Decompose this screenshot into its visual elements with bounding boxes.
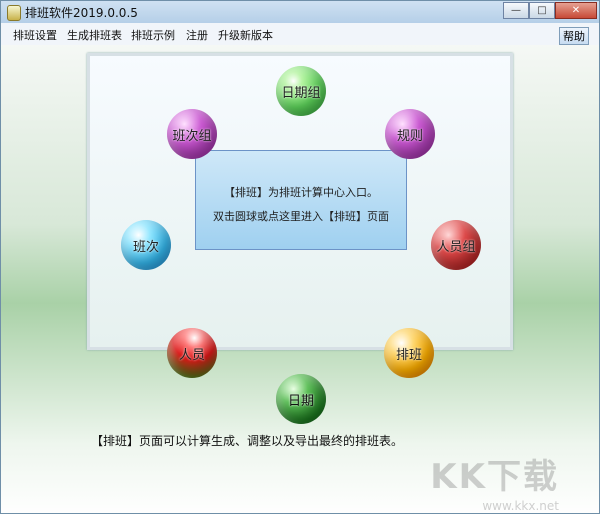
minimize-button[interactable]: —: [503, 2, 529, 19]
schedule-ball[interactable]: 排班: [384, 328, 434, 378]
menu-item-schedule-example[interactable]: 排班示例: [131, 27, 175, 43]
menu-item-generate-schedule[interactable]: 生成排班表: [67, 27, 122, 43]
person-ball[interactable]: 人员: [167, 328, 217, 378]
shift-group-ball[interactable]: 班次组: [167, 109, 217, 159]
info-line-2: 双击圆球或点这里进入【排班】页面: [213, 210, 389, 223]
window-title: 排班软件2019.0.0.5: [25, 6, 138, 20]
schedule-label: 排班: [395, 347, 422, 363]
person-group-label: 人员组: [436, 239, 476, 255]
person-label: 人员: [178, 347, 205, 363]
shift-group-label: 班次组: [172, 128, 212, 144]
date-ball[interactable]: 日期: [276, 374, 326, 424]
menu-item-schedule-settings[interactable]: 排班设置: [13, 27, 57, 43]
date-label: 日期: [287, 393, 314, 409]
minimize-icon: —: [511, 5, 521, 16]
close-icon: ✕: [571, 5, 581, 16]
rule-ball[interactable]: 规则: [385, 109, 435, 159]
close-button[interactable]: ✕: [555, 2, 597, 19]
menu-item-upgrade[interactable]: 升级新版本: [218, 27, 273, 43]
schedule-entry-box[interactable]: 【排班】为排班计算中心入口。 双击圆球或点这里进入【排班】页面: [195, 150, 407, 250]
date-group-ball[interactable]: 日期组: [276, 66, 326, 116]
window-controls: — □ ✕: [503, 2, 597, 20]
app-icon: [7, 5, 21, 21]
shift-ball[interactable]: 班次: [121, 220, 171, 270]
help-button[interactable]: 帮助: [559, 27, 589, 45]
maximize-button[interactable]: □: [529, 2, 555, 19]
date-group-label: 日期组: [281, 85, 321, 101]
title-bar: 排班软件2019.0.0.5 — □ ✕: [1, 1, 599, 23]
rule-label: 规则: [396, 128, 423, 144]
watermark-logo: KK下载: [430, 457, 559, 497]
watermark-url: www.kkx.net: [482, 499, 559, 513]
info-line-1: 【排班】为排班计算中心入口。: [224, 186, 378, 199]
menu-item-register[interactable]: 注册: [186, 27, 208, 43]
main-window: 排班软件2019.0.0.5 — □ ✕ 排班设置 生成排班表 排班示例 注册 …: [0, 0, 600, 514]
person-group-ball[interactable]: 人员组: [431, 220, 481, 270]
menu-bar: 排班设置 生成排班表 排班示例 注册 升级新版本: [1, 23, 599, 46]
shift-label: 班次: [132, 239, 159, 255]
maximize-icon: □: [537, 5, 547, 16]
bottom-hint: 【排班】页面可以计算生成、调整以及导出最终的排班表。: [91, 434, 404, 448]
